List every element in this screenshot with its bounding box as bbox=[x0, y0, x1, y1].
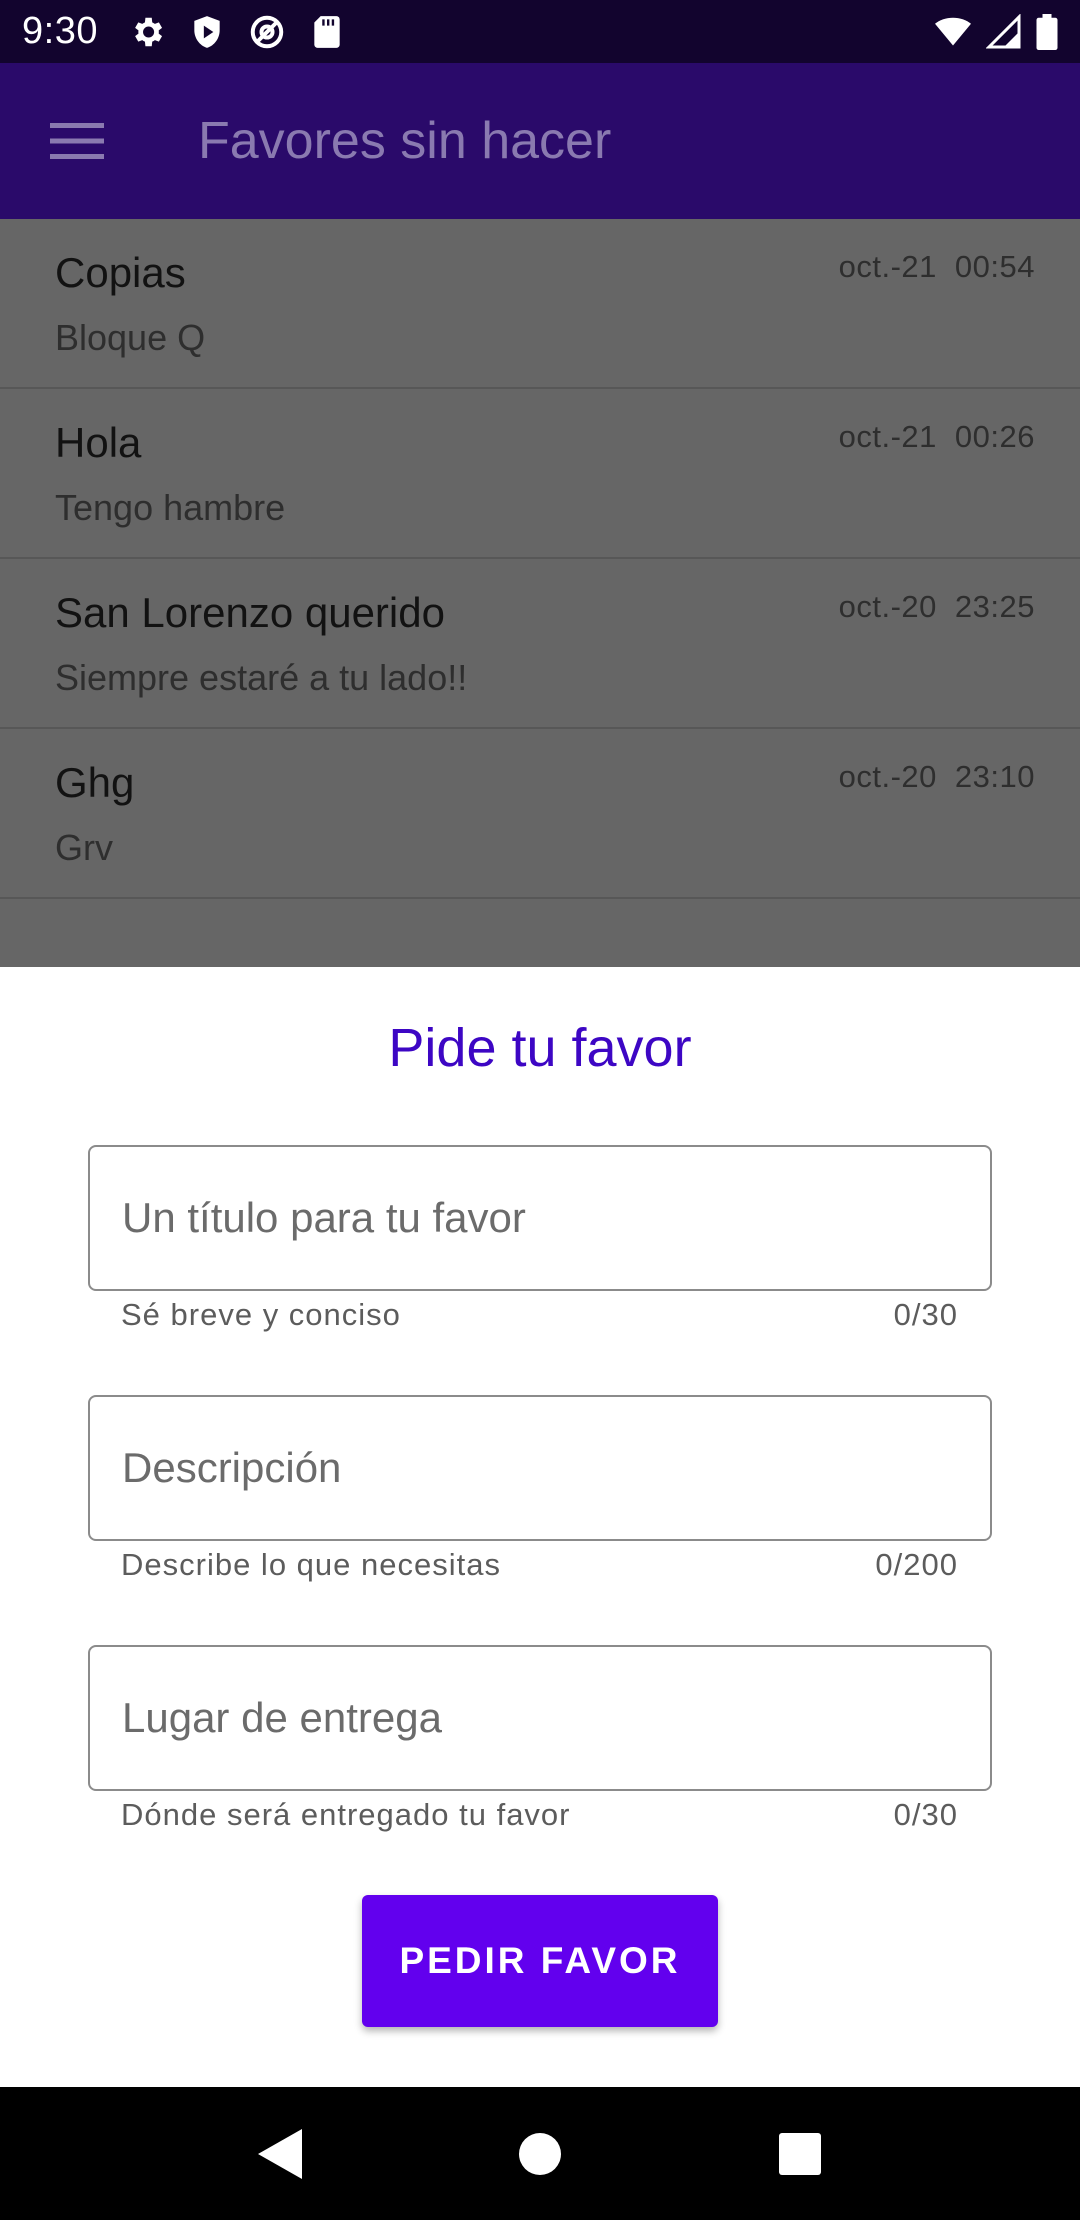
home-icon[interactable] bbox=[495, 2109, 585, 2199]
favor-title: Ghg bbox=[55, 759, 135, 806]
battery-icon bbox=[1036, 13, 1058, 50]
status-bar: 9:30 bbox=[0, 0, 1080, 63]
location-field[interactable] bbox=[88, 1645, 992, 1791]
location-input[interactable] bbox=[90, 1647, 990, 1789]
favor-timestamp: oct.-21 00:54 bbox=[839, 249, 1035, 285]
favor-date: oct.-20 bbox=[838, 589, 937, 624]
description-input[interactable] bbox=[90, 1397, 990, 1539]
favor-subtitle: Bloque Q bbox=[55, 317, 206, 358]
location-counter: 0/30 bbox=[893, 1797, 958, 1832]
favor-date: oct.-21 bbox=[838, 249, 937, 284]
list-item[interactable]: Ghg Grv oct.-20 23:10 bbox=[0, 729, 1080, 899]
favor-time: 23:10 bbox=[954, 759, 1035, 794]
favor-timestamp: oct.-20 23:25 bbox=[839, 589, 1035, 625]
status-icons-right bbox=[934, 13, 1058, 50]
location-helper: Dónde será entregado tu favor bbox=[121, 1797, 571, 1832]
hamburger-menu-icon[interactable] bbox=[22, 86, 132, 196]
favor-subtitle: Tengo hambre bbox=[55, 487, 286, 528]
favor-date: oct.-20 bbox=[838, 759, 937, 794]
app-bar: Favores sin hacer bbox=[0, 63, 1080, 219]
app-title: Favores sin hacer bbox=[198, 112, 612, 170]
sd-card-icon bbox=[314, 15, 340, 48]
favor-title-helper: Sé breve y conciso bbox=[121, 1297, 401, 1332]
favor-time: 00:26 bbox=[954, 419, 1035, 454]
list-scrim bbox=[0, 899, 1080, 967]
favor-title: San Lorenzo querido bbox=[55, 589, 445, 636]
favor-title-counter: 0/30 bbox=[893, 1297, 958, 1332]
favor-subtitle: Siempre estaré a tu lado!! bbox=[55, 657, 468, 698]
bottom-sheet: Pide tu favor Sé breve y conciso 0/30 De… bbox=[0, 967, 1080, 2087]
shield-icon bbox=[194, 15, 220, 48]
favor-subtitle: Grv bbox=[55, 827, 113, 868]
sheet-title: Pide tu favor bbox=[388, 1018, 692, 1078]
signal-icon bbox=[986, 13, 1021, 48]
back-icon[interactable] bbox=[235, 2109, 325, 2199]
at-sign-icon bbox=[250, 15, 284, 48]
description-helper: Describe lo que necesitas bbox=[121, 1547, 501, 1582]
list-item[interactable]: San Lorenzo querido Siempre estaré a tu … bbox=[0, 559, 1080, 729]
favor-timestamp: oct.-21 00:26 bbox=[839, 419, 1035, 455]
navigation-bar bbox=[0, 2087, 1080, 2220]
screen: 9:30 Favores sin hacer Copias Bloque Q o… bbox=[0, 0, 1080, 2220]
favor-title: Copias bbox=[55, 249, 186, 296]
favors-list: Copias Bloque Q oct.-21 00:54 Hola Tengo … bbox=[0, 219, 1080, 899]
list-item[interactable]: Copias Bloque Q oct.-21 00:54 bbox=[0, 219, 1080, 389]
favor-title-input[interactable] bbox=[90, 1147, 990, 1289]
description-counter: 0/200 bbox=[875, 1547, 958, 1582]
favor-title-field[interactable] bbox=[88, 1145, 992, 1291]
recents-icon[interactable] bbox=[755, 2109, 845, 2199]
status-time: 9:30 bbox=[22, 10, 98, 52]
wifi-icon bbox=[935, 17, 971, 45]
favor-time: 23:25 bbox=[954, 589, 1035, 624]
favor-timestamp: oct.-20 23:10 bbox=[839, 759, 1035, 795]
description-field[interactable] bbox=[88, 1395, 992, 1541]
favor-time: 00:54 bbox=[954, 249, 1035, 284]
favor-date: oct.-21 bbox=[838, 419, 937, 454]
submit-favor-button[interactable]: PEDIR FAVOR bbox=[362, 1895, 718, 2027]
status-icons-left bbox=[128, 13, 346, 51]
favor-title: Hola bbox=[55, 419, 142, 466]
gear-icon bbox=[135, 17, 163, 46]
list-item[interactable]: Hola Tengo hambre oct.-21 00:26 bbox=[0, 389, 1080, 559]
